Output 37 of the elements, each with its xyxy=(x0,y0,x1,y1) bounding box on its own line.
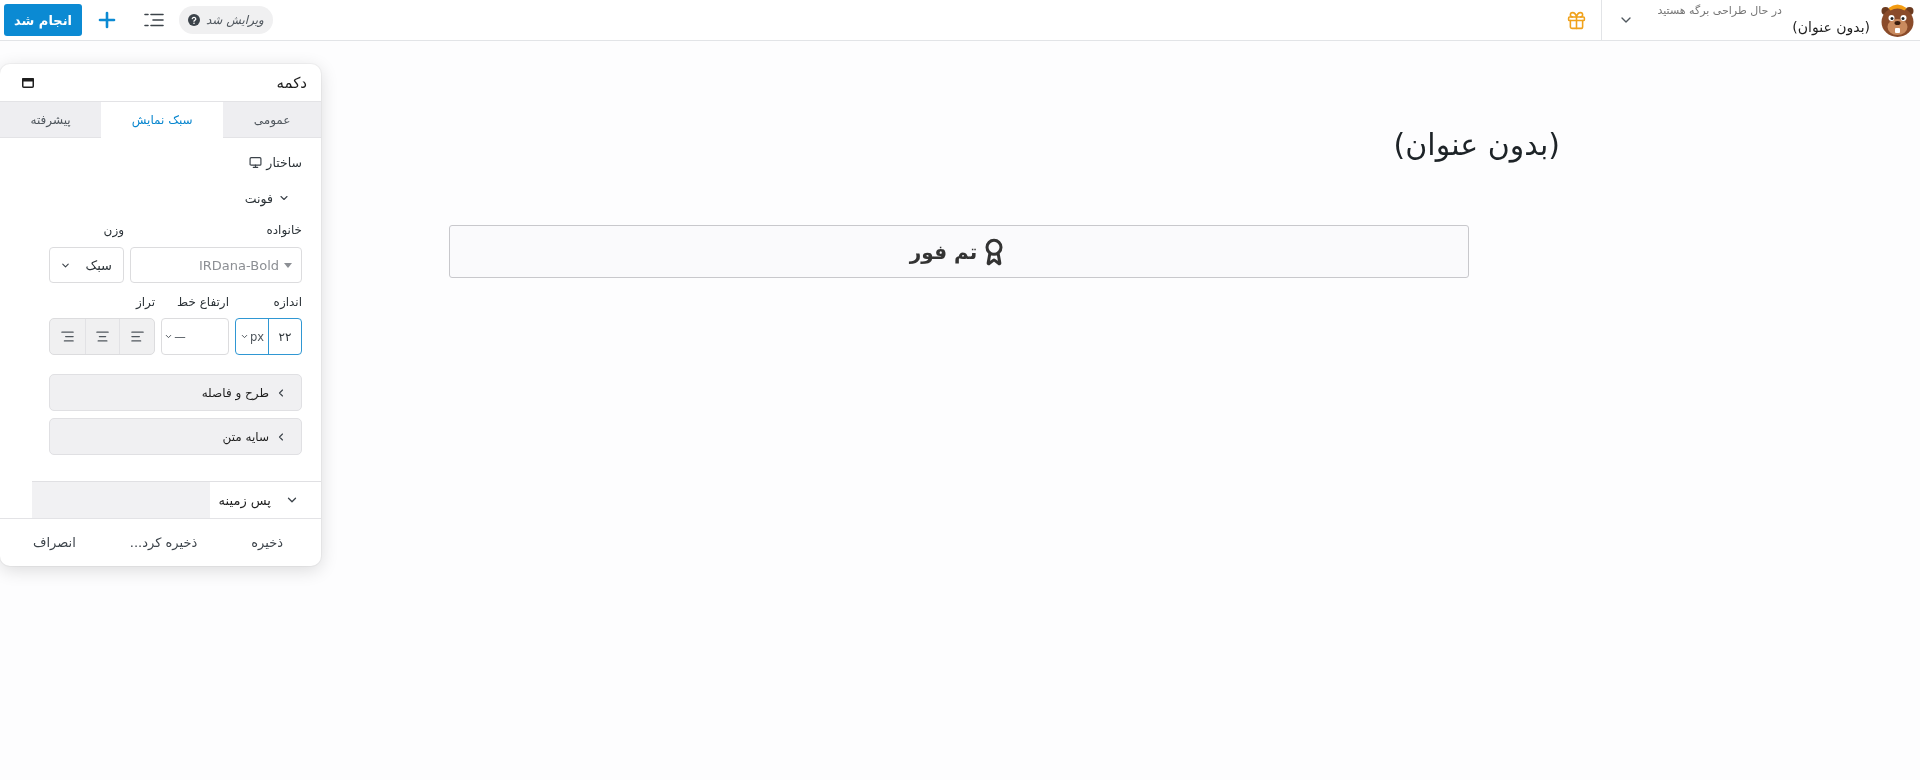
unit-select[interactable]: — xyxy=(162,319,188,354)
chevron-down-icon xyxy=(239,332,249,341)
field-label: وزن xyxy=(103,223,124,237)
chevron-down-icon xyxy=(164,332,174,341)
help-icon xyxy=(188,14,200,26)
tab[interactable]: پیشرفته xyxy=(0,102,102,138)
panel-title: دکمه xyxy=(276,73,307,92)
accordion-header[interactable]: طرح و فاصله xyxy=(49,374,302,411)
field-label: تراز xyxy=(135,295,155,309)
done-button[interactable]: انجام شد xyxy=(4,4,82,36)
font-weight-select[interactable]: سبک xyxy=(49,247,124,283)
align-right-icon xyxy=(59,329,75,344)
caret-down-icon xyxy=(284,262,292,268)
list-icon[interactable] xyxy=(144,13,164,27)
align-left-icon xyxy=(129,329,145,344)
unit-select[interactable]: px xyxy=(236,319,269,354)
footer-button[interactable]: انصراف xyxy=(33,535,76,550)
page-status-text: در حال طراحی برگه هستید xyxy=(1657,4,1782,18)
footer-button[interactable]: ذخیره xyxy=(251,535,283,550)
monitor-icon[interactable] xyxy=(249,155,263,169)
footer-button[interactable]: ذخیره کرد... xyxy=(129,535,198,550)
section-toggle[interactable]: فونت xyxy=(244,190,290,206)
section-label: ساختار xyxy=(266,154,302,170)
field-label: خانواده xyxy=(266,223,302,237)
edit-status-button[interactable]: ویرایش شد xyxy=(179,6,273,34)
accordion-header[interactable]: سایه متن xyxy=(49,418,302,455)
theme-button[interactable]: تم فور xyxy=(449,225,1469,278)
tab[interactable]: عمومی xyxy=(223,102,321,138)
page-heading: (بدون عنوان) xyxy=(1393,127,1560,163)
window-icon[interactable] xyxy=(22,77,34,88)
align-center-icon xyxy=(95,329,110,344)
section-toggle[interactable]: پس زمینه xyxy=(32,481,321,518)
field-label: ارتفاع خط xyxy=(177,295,229,309)
line-height-field[interactable]: — xyxy=(161,318,229,355)
field-label: اندازه xyxy=(273,295,302,309)
font-family-select[interactable]: IRDana-Bold xyxy=(130,247,302,283)
page-title: (بدون عنوان) xyxy=(1792,18,1870,36)
